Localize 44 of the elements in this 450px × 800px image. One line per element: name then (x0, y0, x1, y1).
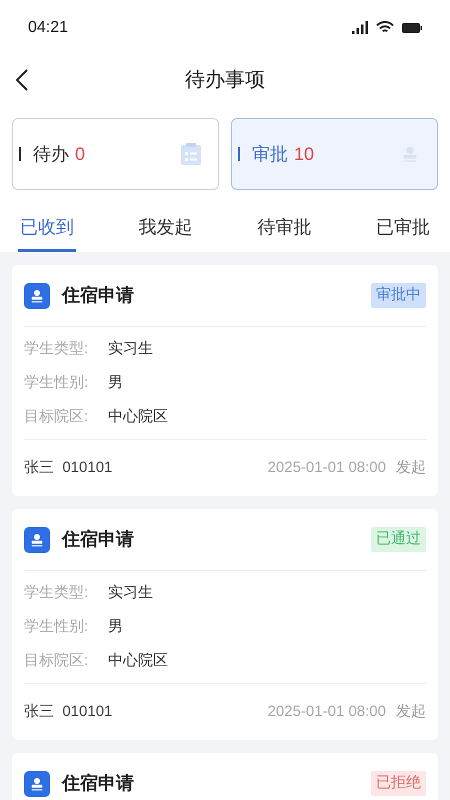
clipboard-icon (180, 142, 202, 166)
action-text: 发起 (396, 702, 426, 722)
field-label: 学生性别: (24, 373, 90, 393)
status-time: 04:21 (28, 18, 68, 38)
summary-count: 0 (75, 142, 86, 166)
applicant: 张三 010101 (24, 702, 112, 722)
submit-time: 2025-01-01 08:00 (268, 702, 386, 722)
back-icon (15, 68, 29, 92)
wifi-icon (376, 21, 394, 34)
field-label: 学生类型: (24, 339, 90, 359)
page-title: 待办事项 (185, 68, 265, 93)
status-tag: 已通过 (371, 527, 426, 552)
applicant: 张三 010101 (24, 458, 112, 478)
status-tag: 审批中 (371, 283, 426, 308)
summary-label: 审批 (252, 142, 288, 166)
signal-icon (352, 21, 368, 34)
field-value: 男 (108, 373, 123, 393)
field-value: 中心院区 (108, 651, 168, 671)
tab[interactable]: 已审批 (374, 214, 432, 252)
summary-card[interactable]: 审批 10 (231, 118, 438, 190)
summary-card[interactable]: 待办 0 (12, 118, 219, 190)
field-value: 实习生 (108, 583, 153, 603)
field-label: 目标院区: (24, 651, 90, 671)
tab[interactable]: 已收到 (18, 214, 76, 252)
field-value: 男 (108, 617, 123, 637)
card-title: 住宿申请 (62, 772, 134, 795)
field-label: 目标院区: (24, 407, 90, 427)
tab[interactable]: 待审批 (255, 214, 314, 252)
action-text: 发起 (396, 458, 426, 478)
status-tag: 已拒绝 (371, 771, 426, 796)
submit-time: 2025-01-01 08:00 (268, 458, 386, 478)
field-value: 实习生 (108, 339, 153, 359)
card-title: 住宿申请 (62, 284, 134, 307)
field-label: 学生性别: (24, 617, 90, 637)
application-card[interactable]: 住宿申请 已通过 学生类型: 实习生 学生性别: 男 目标院区: 中心院区 张三 010101 2025-01-01 08:00 发起 (12, 509, 438, 740)
summary-label: 待办 (33, 142, 69, 166)
field-value: 中心院区 (108, 407, 168, 427)
tab[interactable]: 我发起 (136, 214, 195, 252)
field-label: 学生类型: (24, 583, 90, 603)
battery-icon (402, 22, 422, 32)
card-title: 住宿申请 (62, 528, 134, 551)
application-card[interactable]: 住宿申请 审批中 学生类型: 实习生 学生性别: 男 目标院区: 中心院区 张三 010101 2025-01-01 08:00 发起 (12, 265, 438, 496)
summary-count: 10 (294, 142, 314, 166)
application-card[interactable]: 住宿申请 已拒绝 (12, 753, 438, 800)
